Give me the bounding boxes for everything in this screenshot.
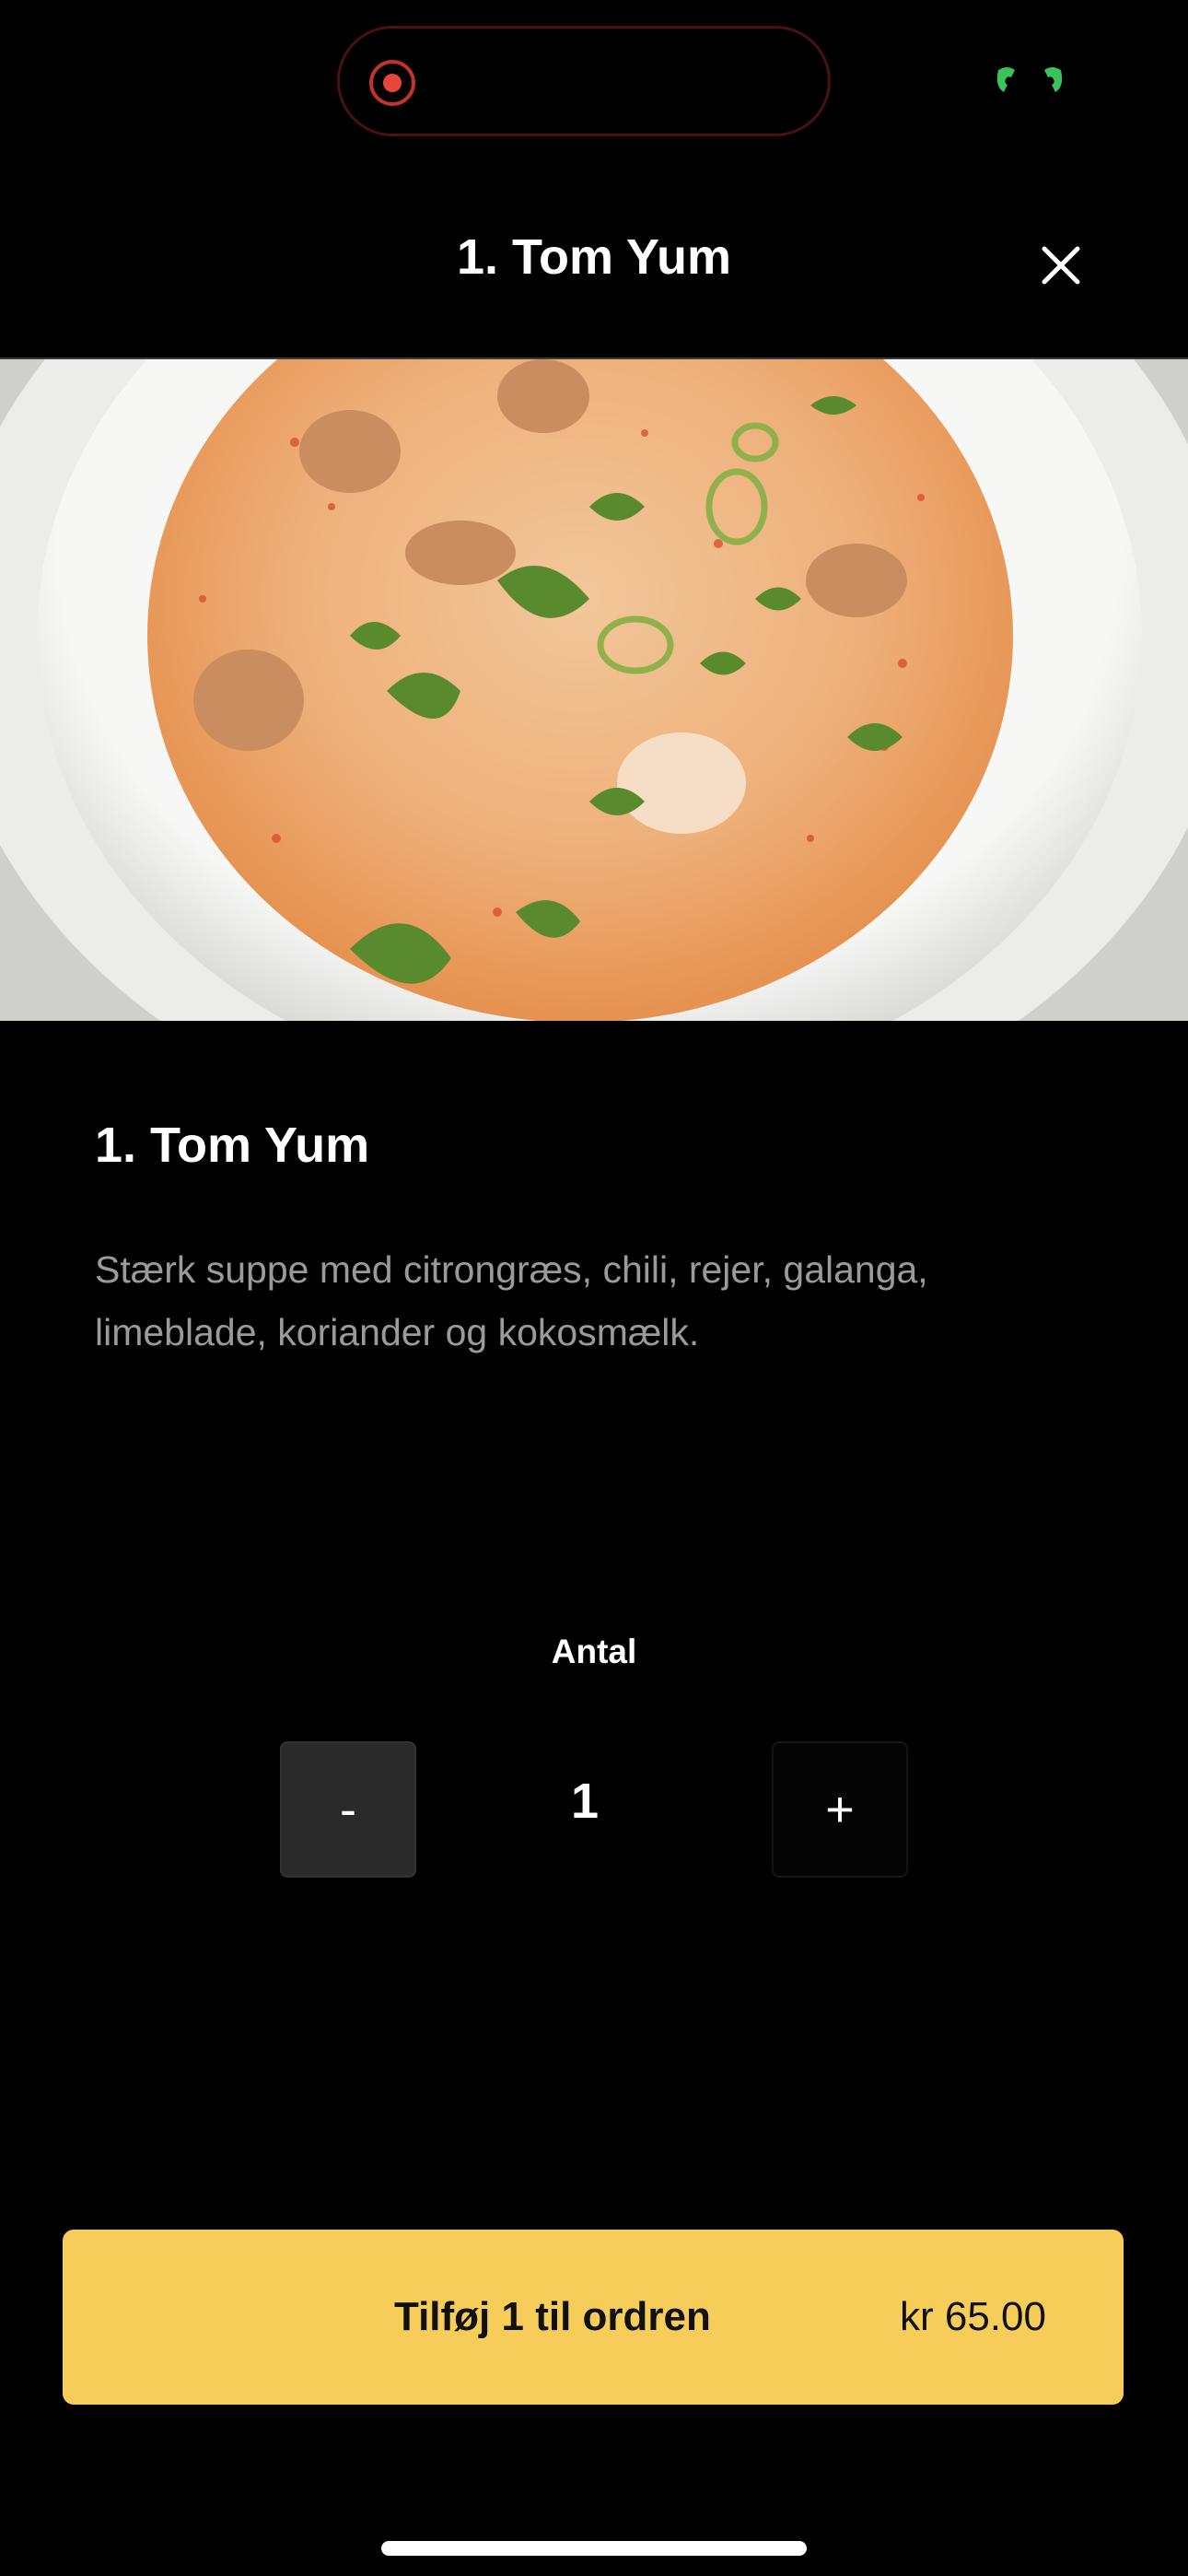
item-title: 1. Tom Yum [95,1118,370,1173]
price-label: kr 65.00 [900,2294,1046,2339]
increase-quantity-button[interactable]: + [772,1741,908,1878]
phone-call-indicator-icon [995,64,1065,96]
close-button[interactable] [1031,236,1090,295]
add-to-order-button[interactable]: Tilføj 1 til ordren kr 65.00 [63,2230,1124,2405]
page-title: 1. Tom Yum [456,229,732,285]
item-description: Stærk suppe med citrongræs, chili, rejer… [95,1248,928,1353]
dynamic-island [337,26,831,136]
add-to-order-label: Tilføj 1 til ordren [394,2294,711,2339]
quantity-stepper: - 1 + [0,1741,1188,1878]
close-icon [1042,246,1080,285]
header: 1. Tom Yum [0,184,1188,359]
decrease-quantity-button[interactable]: - [280,1741,416,1878]
quantity-label: Antal [551,1633,637,1670]
home-indicator[interactable] [381,2541,807,2556]
quantity-value: 1 [570,1774,600,1829]
product-detail-screen: 1. Tom Yum 1. Tom Yum Stærk suppe med ci… [0,0,1188,2576]
screen-recording-icon [369,60,415,106]
soup-image [0,359,1188,1021]
